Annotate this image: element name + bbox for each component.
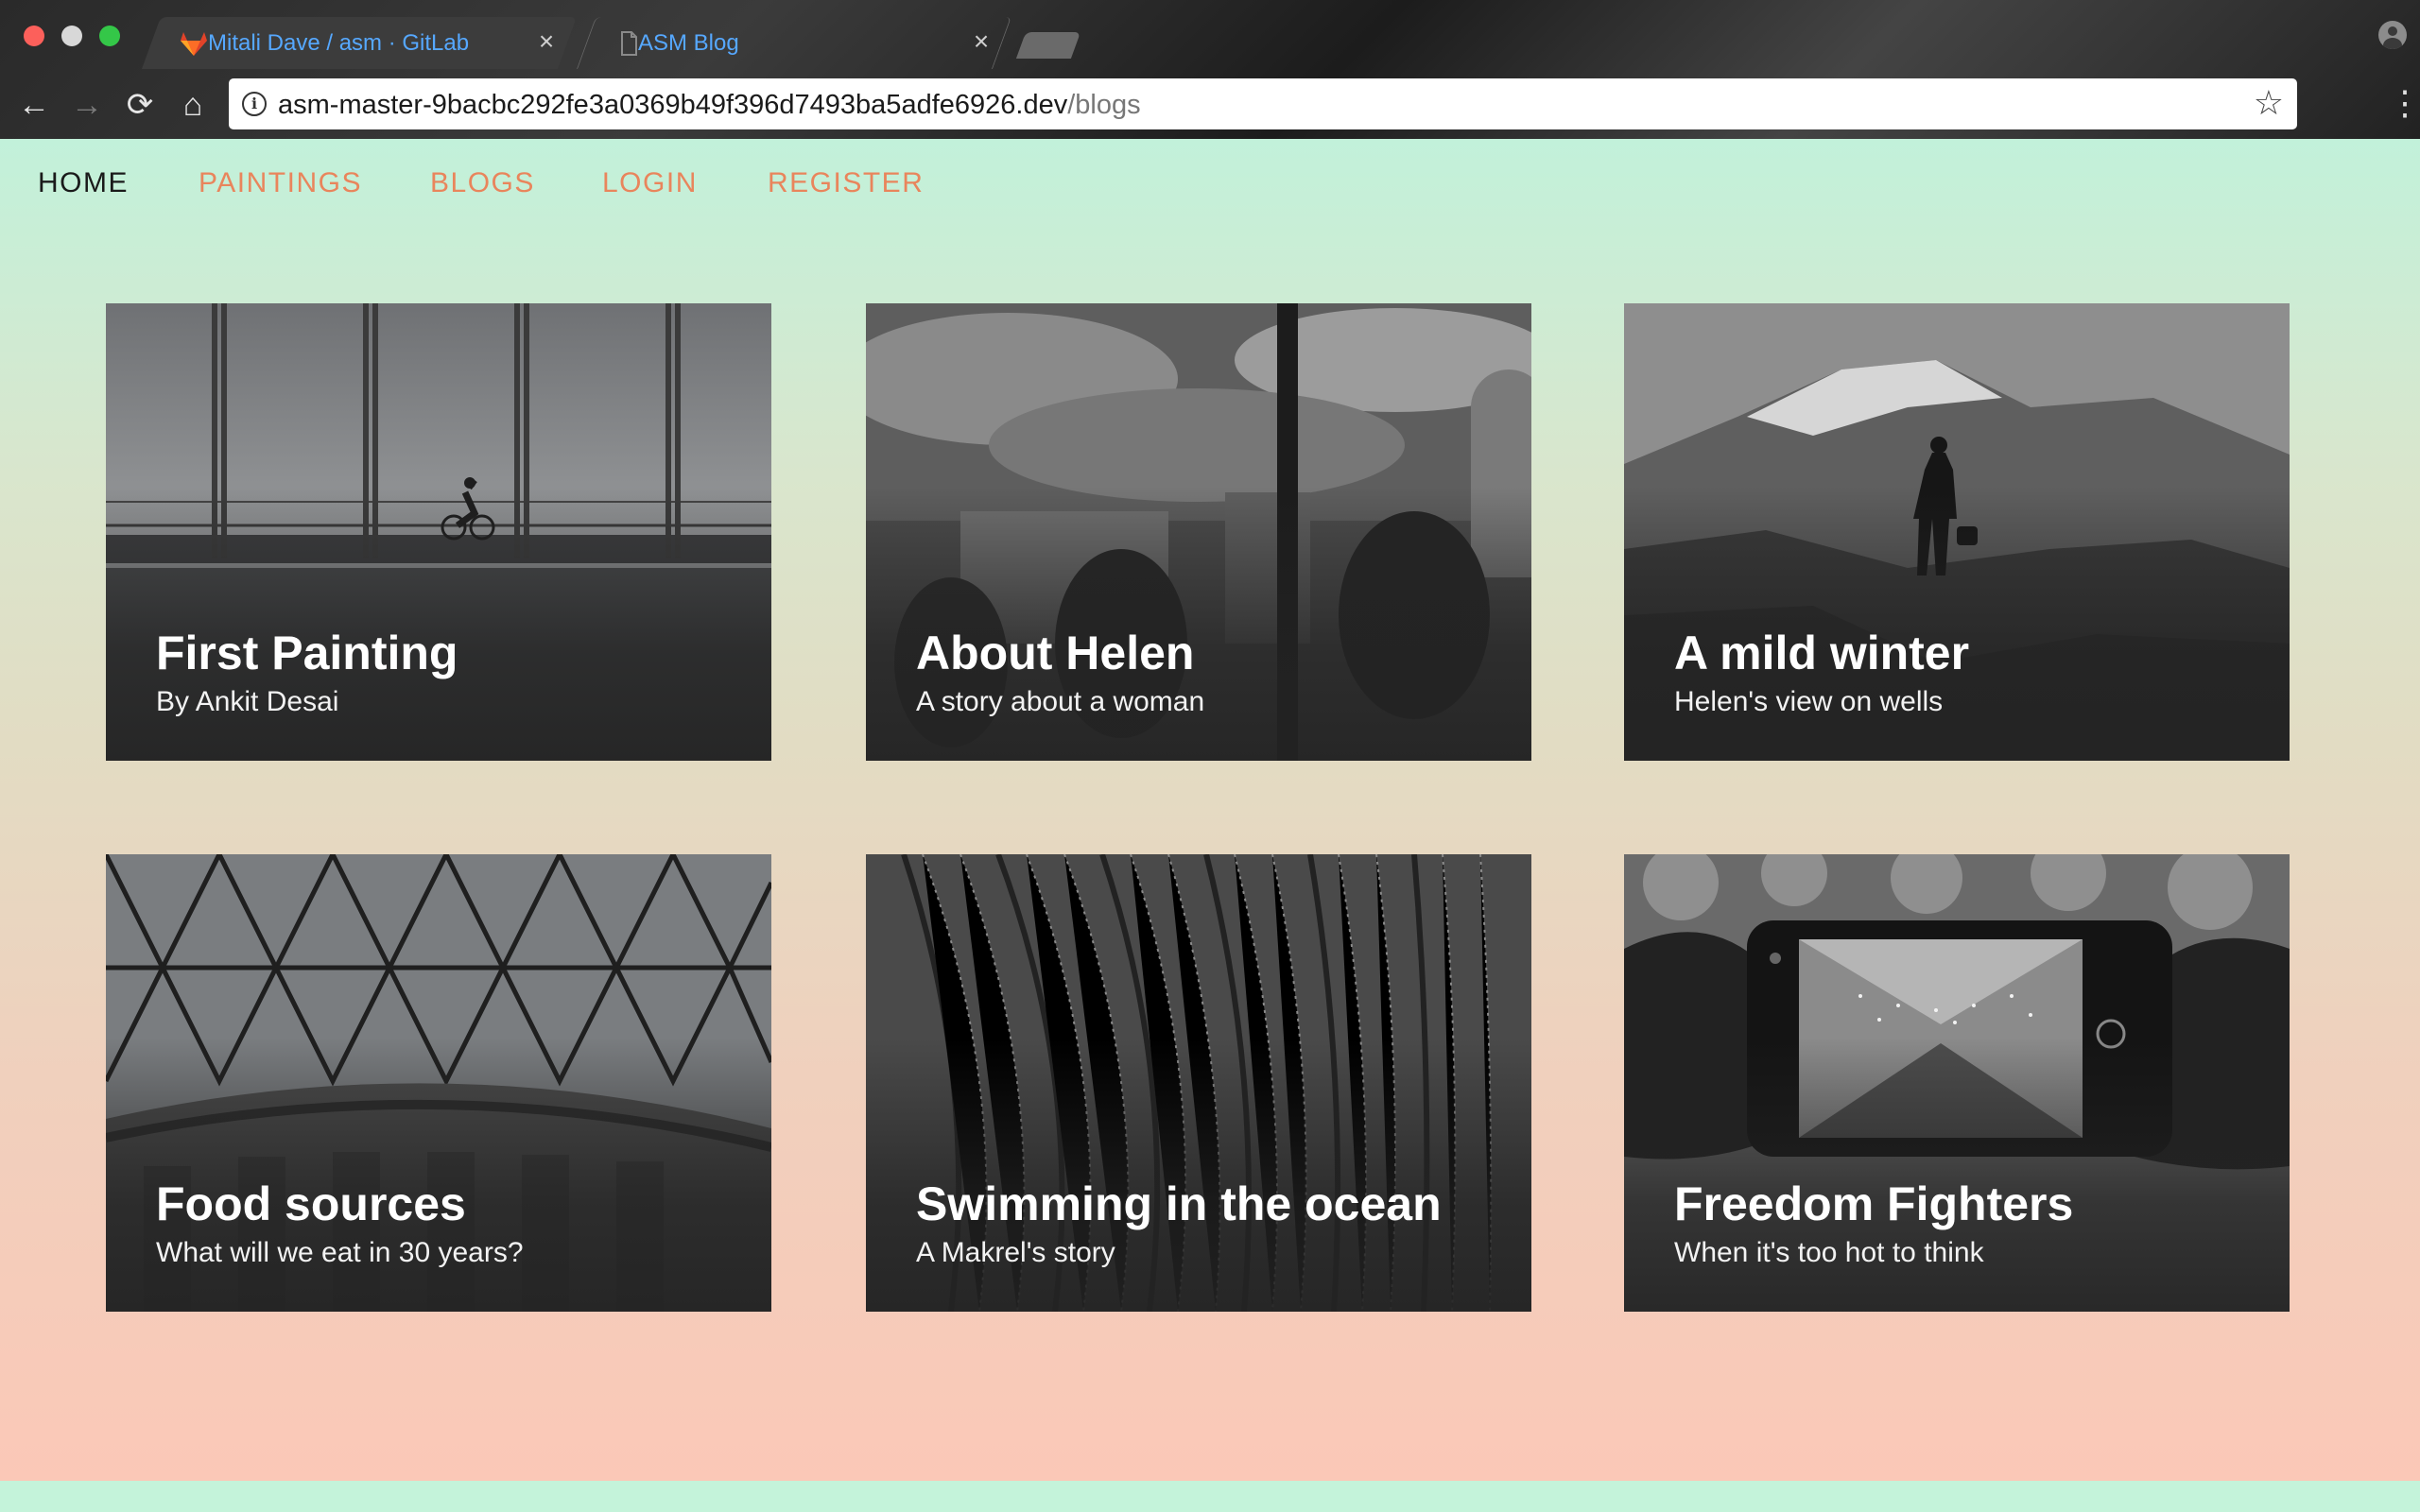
bookmark-star-icon[interactable]: ☆ bbox=[2254, 86, 2284, 120]
browser-menu-icon[interactable]: ⋮ bbox=[2388, 86, 2420, 124]
nav-blogs[interactable]: BLOGS bbox=[430, 167, 535, 199]
card-subtitle: A story about a woman bbox=[916, 686, 1205, 717]
tab-gitlab[interactable]: Mitali Dave / asm · GitLab × bbox=[141, 17, 578, 69]
card-title: A mild winter bbox=[1674, 627, 1970, 679]
card-overlay bbox=[106, 1037, 771, 1312]
nav-home[interactable]: HOME bbox=[38, 167, 129, 199]
forward-arrow-icon[interactable]: → bbox=[68, 86, 106, 124]
url-host: asm-master-9bacbc292fe3a0369b49f396d7493… bbox=[278, 90, 1068, 120]
card-title: Food sources bbox=[156, 1177, 466, 1230]
card-subtitle: What will we eat in 30 years? bbox=[156, 1237, 524, 1268]
card-overlay bbox=[866, 1037, 1531, 1312]
blog-card[interactable]: First Painting By Ankit Desai bbox=[106, 303, 771, 761]
new-tab-button[interactable] bbox=[1015, 32, 1081, 59]
browser-chrome: Mitali Dave / asm · GitLab × ASM Blog × … bbox=[0, 0, 2420, 139]
url-path: /blogs bbox=[1067, 90, 1141, 120]
card-subtitle: By Ankit Desai bbox=[156, 686, 339, 717]
gitlab-icon bbox=[181, 32, 207, 56]
card-overlay bbox=[106, 486, 771, 761]
blog-card[interactable]: Freedom Fighters When it's too hot to th… bbox=[1624, 854, 2290, 1312]
maximize-window-button[interactable] bbox=[99, 26, 120, 46]
card-overlay bbox=[866, 486, 1531, 761]
card-subtitle: Helen's view on wells bbox=[1674, 686, 1944, 717]
card-title: First Painting bbox=[156, 627, 458, 679]
browser-toolbar: ← → ⟳ ⌂ i asm-master-9bacbc292fe3a0369b4… bbox=[0, 69, 2420, 139]
nav-paintings[interactable]: PAINTINGS bbox=[199, 167, 362, 199]
blog-card[interactable]: Swimming in the ocean A Makrel's story bbox=[866, 854, 1531, 1312]
blog-card[interactable]: Food sources What will we eat in 30 year… bbox=[106, 854, 771, 1312]
card-overlay bbox=[1624, 1037, 2290, 1312]
tab-background bbox=[1015, 32, 1081, 59]
card-title: Swimming in the ocean bbox=[916, 1177, 1442, 1230]
nav-login[interactable]: LOGIN bbox=[602, 167, 698, 199]
address-bar[interactable]: i asm-master-9bacbc292fe3a0369b49f396d74… bbox=[229, 78, 2297, 129]
close-window-button[interactable] bbox=[24, 26, 44, 46]
card-overlay bbox=[1624, 486, 2290, 761]
site-navigation: HOME PAINTINGS BLOGS LOGIN REGISTER bbox=[0, 139, 2420, 230]
reload-icon[interactable]: ⟳ bbox=[121, 86, 159, 124]
back-arrow-icon[interactable]: ← bbox=[15, 86, 53, 124]
page-footer-strip bbox=[0, 1481, 2420, 1512]
tab-asm-blog[interactable]: ASM Blog × bbox=[576, 17, 1012, 69]
card-title: Freedom Fighters bbox=[1674, 1177, 2074, 1230]
home-icon[interactable]: ⌂ bbox=[174, 86, 212, 124]
close-tab-icon[interactable]: × bbox=[533, 28, 560, 55]
close-tab-icon[interactable]: × bbox=[968, 28, 994, 55]
url-text[interactable]: asm-master-9bacbc292fe3a0369b49f396d7493… bbox=[278, 90, 1141, 121]
tab-title: ASM Blog bbox=[638, 30, 739, 56]
card-subtitle: When it's too hot to think bbox=[1674, 1237, 1984, 1268]
tab-title: Mitali Dave / asm · GitLab bbox=[208, 30, 470, 56]
blog-page: HOME PAINTINGS BLOGS LOGIN REGISTER Firs… bbox=[0, 139, 2420, 1481]
site-info-icon[interactable]: i bbox=[242, 92, 267, 116]
blog-card[interactable]: About Helen A story about a woman bbox=[866, 303, 1531, 761]
blog-card[interactable]: A mild winter Helen's view on wells bbox=[1624, 303, 2290, 761]
card-subtitle: A Makrel's story bbox=[916, 1237, 1115, 1268]
card-title: About Helen bbox=[916, 627, 1195, 679]
profile-icon[interactable] bbox=[2378, 21, 2407, 49]
nav-register[interactable]: REGISTER bbox=[768, 167, 924, 199]
minimize-window-button[interactable] bbox=[61, 26, 82, 46]
